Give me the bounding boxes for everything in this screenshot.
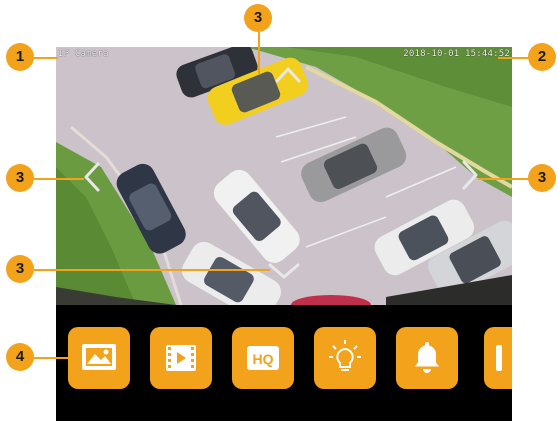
callout-line-1 (34, 57, 58, 59)
chevron-left-icon (84, 162, 100, 192)
chevron-up-icon (275, 67, 301, 83)
camera-feed[interactable]: IP Camera 2018-10-01 15:44:52 (56, 47, 512, 305)
callout-marker-3-right: 3 (528, 164, 556, 192)
image-icon (82, 344, 116, 370)
alarm-button[interactable] (396, 327, 458, 389)
callout-marker-4: 4 (6, 343, 34, 371)
callout-line-4 (34, 357, 70, 359)
ptz-up-button[interactable] (274, 65, 302, 85)
chevron-right-icon (462, 160, 478, 190)
callout-marker-2: 2 (528, 43, 556, 71)
callout-line-2 (498, 57, 528, 59)
callout-marker-1: 1 (6, 43, 34, 71)
callout-marker-3-left: 3 (6, 164, 34, 192)
ptz-down-button[interactable] (267, 261, 301, 281)
callout-line-3-bottom (34, 269, 270, 271)
callout-marker-3-bottom: 3 (6, 255, 34, 283)
hq-icon: HQ (247, 346, 279, 370)
light-button[interactable] (314, 327, 376, 389)
callout-marker-3-top: 3 (244, 4, 272, 32)
callout-line-3-right (478, 178, 530, 180)
callout-line-3-left (34, 178, 84, 180)
ptz-right-button[interactable] (460, 159, 480, 191)
ptz-left-button[interactable] (82, 161, 102, 193)
quality-button[interactable]: HQ (232, 327, 294, 389)
callout-line-3-top (258, 32, 260, 74)
bell-icon (415, 342, 439, 373)
chevron-down-icon (268, 263, 300, 279)
partial-icon (496, 345, 502, 371)
control-toolbar: HQ (56, 305, 512, 421)
hq-label: HQ (253, 351, 274, 367)
camera-name-label: IP Camera (58, 49, 109, 59)
video-icon (166, 345, 196, 371)
timestamp-label: 2018-10-01 15:44:52 (403, 49, 510, 59)
lightbulb-icon (329, 340, 361, 371)
snapshot-button[interactable] (68, 327, 130, 389)
more-button[interactable] (484, 327, 512, 389)
record-button[interactable] (150, 327, 212, 389)
